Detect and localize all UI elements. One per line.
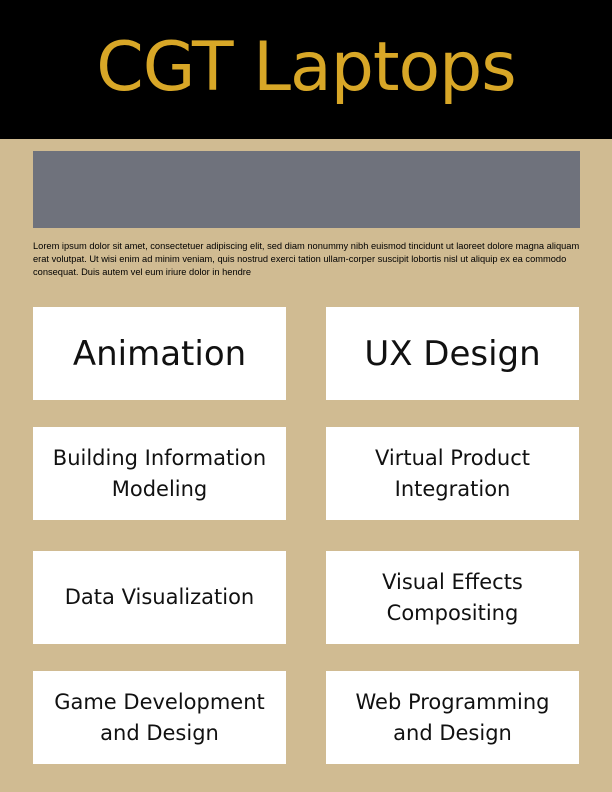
- tile-ux-design[interactable]: UX Design: [326, 307, 579, 400]
- tile-animation[interactable]: Animation: [33, 307, 286, 400]
- header-bar: CGT Laptops: [0, 0, 612, 139]
- tile-label: Animation: [72, 333, 247, 374]
- intro-paragraph: Lorem ipsum dolor sit amet, consectetuer…: [33, 241, 580, 277]
- tile-game-development[interactable]: Game Development and Design: [33, 671, 286, 764]
- tile-label: Virtual Product Integration: [374, 445, 531, 501]
- image-placeholder-banner: [33, 151, 580, 228]
- tile-label: Visual Effects Compositing: [382, 569, 523, 625]
- page-title: CGT Laptops: [96, 27, 516, 107]
- tile-label: UX Design: [364, 333, 541, 374]
- tile-data-visualization[interactable]: Data Visualization: [33, 551, 286, 644]
- tile-virtual-product-integration[interactable]: Virtual Product Integration: [326, 427, 579, 520]
- tile-label: Building Information Modeling: [52, 445, 267, 501]
- tile-label: Web Programming and Design: [355, 689, 550, 745]
- flyer-page: CGT Laptops Lorem ipsum dolor sit amet, …: [0, 0, 612, 792]
- tile-label: Data Visualization: [64, 585, 255, 609]
- tile-web-programming[interactable]: Web Programming and Design: [326, 671, 579, 764]
- tile-visual-effects-compositing[interactable]: Visual Effects Compositing: [326, 551, 579, 644]
- tile-building-information-modeling[interactable]: Building Information Modeling: [33, 427, 286, 520]
- tile-label: Game Development and Design: [54, 689, 265, 745]
